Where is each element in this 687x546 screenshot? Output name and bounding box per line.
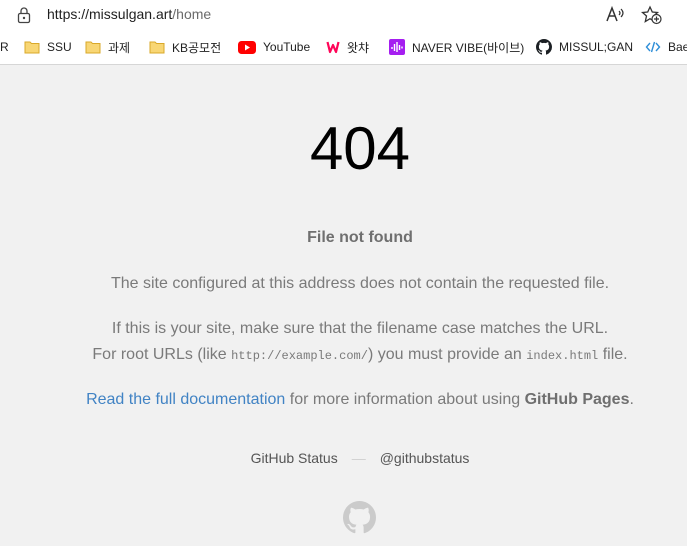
read-aloud-icon[interactable] xyxy=(604,5,626,25)
folder-icon xyxy=(85,41,101,54)
bookmark-r[interactable]: R xyxy=(0,30,9,64)
url-text[interactable]: https://missulgan.art/home xyxy=(47,6,211,22)
bookmark-label: KB공모전 xyxy=(172,40,222,55)
example-url-code: http://example.com/ xyxy=(231,349,368,363)
bookmark-baekjoon[interactable]: Bae xyxy=(645,30,687,64)
watcha-icon xyxy=(326,41,340,54)
github-icon xyxy=(536,39,552,55)
github-pages-text: GitHub Pages xyxy=(524,391,630,408)
address-bar[interactable]: https://missulgan.art/home xyxy=(0,0,687,30)
root-url-text-c: file. xyxy=(598,346,628,363)
lock-icon[interactable] xyxy=(16,6,32,24)
bookmarks-bar: R SSU 과제 KB공모전 YouTube 왓챠 NAVER VIBE(바이브… xyxy=(0,30,687,65)
bookmark-label: MISSUL;GAN xyxy=(559,40,634,54)
documentation-line: Read the full documentation for more inf… xyxy=(0,390,687,410)
documentation-link[interactable]: Read the full documentation xyxy=(86,391,285,408)
youtube-icon xyxy=(238,40,256,54)
error-code: 404 xyxy=(309,115,411,182)
bookmark-kb-contest[interactable]: KB공모전 xyxy=(149,30,221,64)
url-path: /home xyxy=(172,6,212,22)
error-message: The site configured at this address does… xyxy=(110,275,610,292)
vibe-icon xyxy=(389,39,405,55)
bookmark-watcha[interactable]: 왓챠 xyxy=(326,30,369,64)
url-host: https://missulgan.art xyxy=(47,6,173,22)
error-heading: File not found xyxy=(307,229,413,246)
index-file-code: index.html xyxy=(526,349,599,363)
bookmark-label: NAVER VIBE(바이브) xyxy=(412,40,525,55)
bookmark-label: R xyxy=(0,40,9,54)
bookmark-ssu[interactable]: SSU xyxy=(24,30,72,64)
footer-links: GitHub Status — @githubstatus xyxy=(0,450,687,466)
bookmark-label: Bae xyxy=(668,40,687,54)
bookmark-label: 과제 xyxy=(108,40,131,55)
documentation-text-a: for more information about using xyxy=(285,391,525,408)
root-url-hint: For root URLs (like http://example.com/)… xyxy=(0,345,687,366)
bookmark-missulgan[interactable]: MISSUL;GAN xyxy=(536,30,633,64)
github-status-link[interactable]: GitHub Status xyxy=(251,450,338,466)
bookmark-label: 왓챠 xyxy=(347,40,370,55)
documentation-text-b: . xyxy=(629,391,634,408)
footer-separator: — xyxy=(351,450,366,466)
bookmark-youtube[interactable]: YouTube xyxy=(238,30,310,64)
folder-icon xyxy=(149,41,165,54)
bookmark-assignments[interactable]: 과제 xyxy=(85,30,130,64)
root-url-text-b: ) you must provide an xyxy=(367,346,527,363)
page-content: 404 File not found The site configured a… xyxy=(0,66,687,546)
folder-icon xyxy=(24,41,40,54)
bookmark-label: SSU xyxy=(47,40,72,54)
root-url-text-a: For root URLs (like xyxy=(92,346,232,363)
bookmark-naver-vibe[interactable]: NAVER VIBE(바이브) xyxy=(389,30,524,64)
filename-case-hint: If this is your site, make sure that the… xyxy=(111,320,609,337)
octocat-icon[interactable] xyxy=(343,501,376,534)
bookmark-label: YouTube xyxy=(263,40,311,54)
add-favorite-icon[interactable] xyxy=(640,5,663,25)
code-icon xyxy=(645,41,661,53)
github-status-twitter-link[interactable]: @githubstatus xyxy=(380,450,470,466)
